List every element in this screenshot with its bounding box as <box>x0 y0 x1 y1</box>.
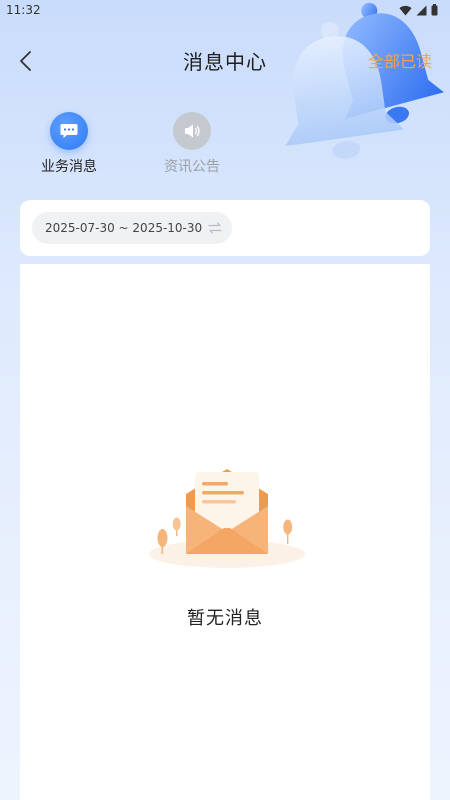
tab-label: 资讯公告 <box>164 159 220 175</box>
tab-business-messages[interactable]: 业务消息 <box>29 110 109 176</box>
status-time: 11:32 <box>6 3 41 17</box>
speaker-icon <box>173 112 211 150</box>
date-range-text: 2025-07-30 ~ 2025-10-30 <box>45 221 203 235</box>
empty-state-text: 暂无消息 <box>187 608 263 629</box>
nav-bar: 消息中心 全部已读 <box>0 38 450 82</box>
message-tabs: 业务消息 资讯公告 <box>0 110 450 180</box>
mark-all-read-button[interactable]: 全部已读 <box>368 48 432 72</box>
date-filter-card: 2025-07-30 ~ 2025-10-30 <box>20 200 430 256</box>
swap-arrows-icon <box>208 222 222 234</box>
tab-label: 业务消息 <box>41 159 97 175</box>
tab-news-announcements[interactable]: 资讯公告 <box>152 110 232 176</box>
chat-bubble-icon <box>50 112 88 150</box>
message-list: 暂无消息 <box>20 264 430 800</box>
date-range-selector[interactable]: 2025-07-30 ~ 2025-10-30 <box>32 212 233 244</box>
empty-envelope-icon <box>149 469 305 568</box>
